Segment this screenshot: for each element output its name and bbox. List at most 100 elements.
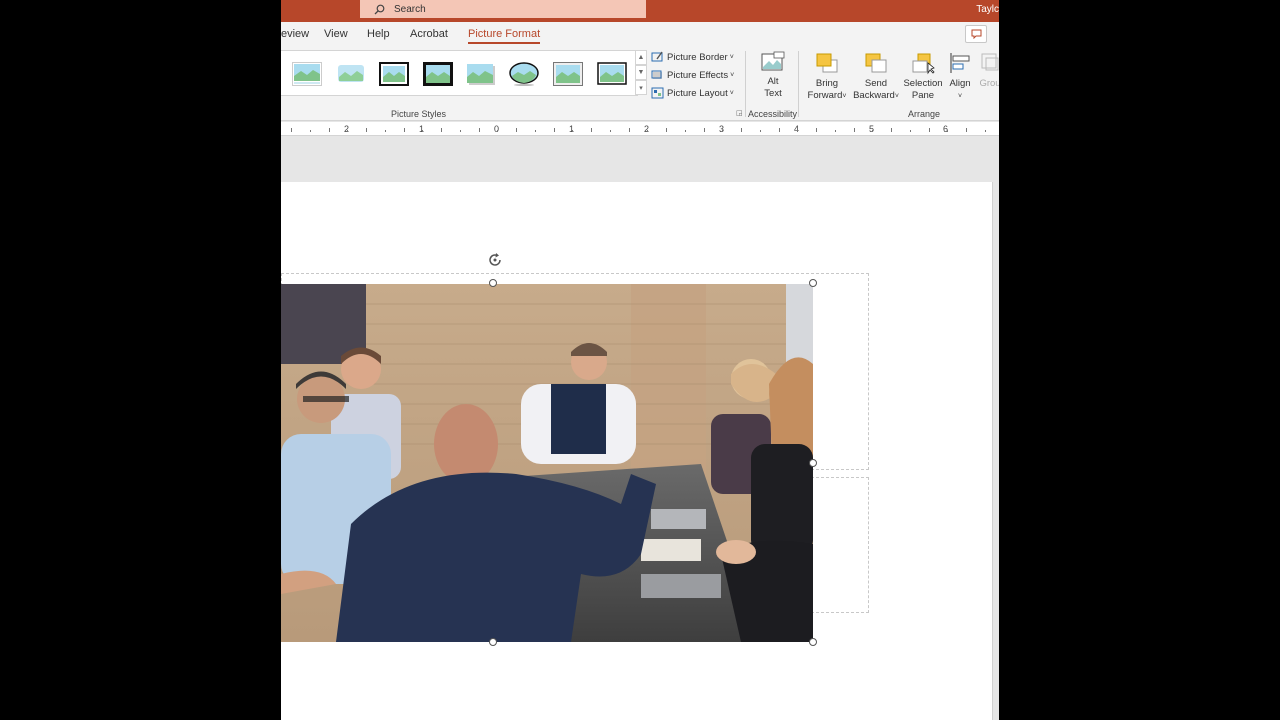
ruler-number: 2 [644,124,650,134]
search-placeholder: Search [394,3,426,15]
tab-view[interactable]: View [324,28,348,40]
ruler-tick [403,128,405,132]
picture-effects-button[interactable]: Picture Effects ˅ [651,67,734,83]
ruler-tick [534,130,536,132]
comments-button[interactable] [965,25,987,43]
search-box[interactable]: Search [360,0,646,18]
bring-forward-button[interactable]: Bring Forward˅ [804,51,850,103]
ruler-tick [628,128,630,132]
picture-effects-icon [651,70,662,79]
accessibility-group-label: Accessibility [748,109,798,119]
resize-handle-top-right[interactable] [809,279,817,287]
style-simple-frame-white[interactable] [292,62,322,86]
style-drop-shadow[interactable] [466,62,496,86]
title-bar: Search Taylc [281,0,999,22]
ruler-tick [853,128,855,132]
horizontal-ruler: 2 1 0 1 2 3 4 5 6 [281,122,999,136]
style-thick-matte-black[interactable] [423,62,453,86]
ruler-tick [553,128,555,132]
ruler-tick [984,130,986,132]
group-label: Grou [979,78,999,89]
ruler-tick [816,128,817,132]
selection-pane-line2: Pane [911,90,935,101]
gallery-up-button[interactable]: ▲ [635,50,647,65]
chevron-down-icon: ˅ [957,93,963,100]
ruler-number: 6 [943,124,949,134]
send-backward-button[interactable]: Send Backward˅ [851,51,901,103]
group-button: Grou [978,51,999,90]
ribbon: ▲ ▼ ▾ Picture Border ˅ Picture Effects ˅ [281,47,999,121]
comment-icon [971,29,981,39]
ruler-tick [309,130,311,132]
slide-canvas[interactable] [281,182,993,720]
ribbon-tabs: eview View Help Acrobat Picture Format [281,22,999,47]
group-separator [745,51,746,117]
chevron-down-icon: ˅ [894,93,899,100]
photo-image [281,284,813,642]
tab-help[interactable]: Help [367,28,390,40]
tab-picture-format[interactable]: Picture Format [468,28,541,44]
ruler-tick [834,130,836,132]
rotate-handle-icon[interactable] [487,252,503,268]
resize-handle-right[interactable] [809,459,817,467]
align-button[interactable]: Align ˅ [946,51,974,103]
ruler-tick [291,128,292,132]
resize-handle-bottom-right[interactable] [809,638,817,646]
send-backward-icon [865,53,887,73]
tab-acrobat[interactable]: Acrobat [410,28,448,40]
ruler-number: 5 [869,124,875,134]
bring-forward-icon [816,53,838,73]
powerpoint-window: Search Taylc eview View Help Acrobat Pic… [281,0,999,720]
style-soft-edge[interactable] [336,62,366,86]
ruler-number: 0 [494,124,500,134]
style-metal-frame[interactable] [553,62,583,86]
group-separator [798,51,799,117]
selection-pane-icon [912,53,935,75]
ruler-tick [609,130,611,132]
dialog-launcher-icon[interactable]: ◲ [736,109,743,117]
meeting-room-photo[interactable] [281,284,813,642]
ruler-tick [891,128,892,132]
send-backward-line1: Send [864,78,888,89]
ruler-tick [666,128,667,132]
align-icon [950,53,970,73]
ruler-tick [647,130,649,132]
ruler-number: 1 [419,124,425,134]
ruler-tick [366,128,367,132]
user-name[interactable]: Taylc [976,4,999,15]
tab-review[interactable]: eview [281,28,309,40]
selection-pane-line1: Selection [903,78,943,89]
ruler-tick [591,128,592,132]
ruler-tick [347,130,349,132]
picture-layout-button[interactable]: Picture Layout ˅ [651,85,734,101]
alt-text-line1: Alt [767,76,779,87]
ruler-number: 1 [569,124,575,134]
ruler-number: 4 [794,124,800,134]
gallery-down-button[interactable]: ▼ [635,65,647,80]
picture-layout-label: Picture Layout [667,87,728,99]
resize-handle-bottom[interactable] [489,638,497,646]
ruler-tick [741,128,742,132]
ruler-tick [459,130,461,132]
align-label: Align [949,78,971,89]
selection-pane-button[interactable]: Selection Pane [903,51,943,102]
bring-forward-line1: Bring [815,78,839,89]
picture-styles-group-label: Picture Styles [391,109,447,119]
ruler-tick [778,128,780,132]
search-icon [374,4,385,14]
ruler-tick [703,128,705,132]
style-oval[interactable] [509,62,539,86]
alt-text-line2: Text [764,88,782,99]
ruler-tick [516,128,517,132]
gallery-more-button[interactable]: ▾ [635,80,647,95]
resize-handle-top[interactable] [489,279,497,287]
ruler-tick [928,128,930,132]
picture-border-button[interactable]: Picture Border ˅ [651,49,734,65]
style-reflected[interactable] [597,62,627,86]
style-simple-frame-black[interactable] [379,62,409,86]
ruler-tick [759,130,761,132]
alt-text-button[interactable]: Alt Text [757,51,789,100]
send-backward-line2: Backward [853,90,895,101]
picture-layout-icon [651,87,664,99]
ruler-tick [947,130,949,132]
